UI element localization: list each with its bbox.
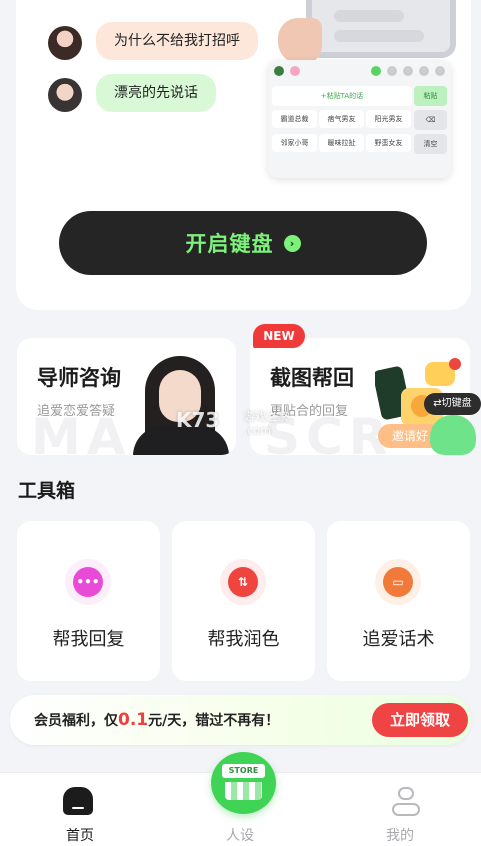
watermark-logo: K73: [176, 408, 220, 432]
keyboard-toolbar: [268, 60, 451, 82]
keyboard-persona-cell: 阳光男友: [366, 110, 411, 128]
mentor-consult-card[interactable]: MA 导师咨询 追爱恋爱答疑: [17, 338, 236, 455]
mentor-portrait: [129, 356, 233, 455]
tool-label: 追爱话术: [362, 629, 435, 650]
keyboard-preview: +粘贴TA的话 粘贴 ⌫ 清空 霸道总裁 痞气男友 阳光男友 邻家小哥 暖味拉扯…: [268, 60, 451, 178]
tab-home-label: 首页: [66, 828, 94, 844]
promo-price: 0.1: [118, 710, 149, 730]
emoji-icon: [371, 66, 381, 76]
switch-keyboard-label: ⇄切键盘: [424, 393, 481, 415]
store-awning: [225, 782, 262, 800]
start-keyboard-label: 开启键盘: [185, 232, 274, 256]
mentor-consult-subtitle: 追爱恋爱答疑: [37, 404, 116, 419]
keyboard-paste-hint: +粘贴TA的话: [272, 86, 412, 106]
tool-help-reply[interactable]: ••• 帮我回复: [17, 521, 160, 681]
keyboard-clear-button: 清空: [414, 134, 447, 154]
tab-home[interactable]: 首页: [0, 773, 160, 846]
chat-bubble-icon: •••: [65, 559, 111, 605]
backspace-icon: ⌫: [414, 110, 447, 130]
watermark-domain: .com: [244, 424, 271, 437]
keyboard-persona-cell: 痞气男友: [319, 110, 364, 128]
start-keyboard-button[interactable]: 开启键盘 ›: [59, 211, 427, 275]
face-icon: [403, 66, 413, 76]
mascot-icon: [430, 415, 476, 455]
phone-placeholder-line: [334, 30, 424, 42]
watermark-text: 游戏之家 .com: [244, 408, 288, 437]
keyboard-paste-button: 粘贴: [414, 86, 447, 106]
tool-label: 帮我润色: [207, 629, 280, 650]
tab-mine-label: 我的: [386, 828, 414, 844]
keyboard-persona-cell: 邻家小哥: [272, 134, 317, 152]
phone-placeholder-line: [334, 10, 404, 22]
switch-keyboard-button[interactable]: ⇄切键盘: [424, 393, 481, 459]
hi-icon: [387, 66, 397, 76]
polish-icon: ⇅: [220, 559, 266, 605]
keyboard-persona-cell: 霸道总裁: [272, 110, 317, 128]
globe-icon: [435, 66, 445, 76]
watermark-site-name: 游戏之家: [244, 410, 288, 423]
mascot-icon: [274, 66, 284, 76]
script-icon: ▭: [375, 559, 421, 605]
mentor-consult-title: 导师咨询: [37, 366, 121, 390]
profile-icon: [392, 787, 420, 817]
settings-icon: [419, 66, 429, 76]
promo-text: 会员福利，仅0.1元/天，错过不再有！: [34, 695, 279, 746]
tool-label: 帮我回复: [52, 629, 125, 650]
tab-mine[interactable]: 我的: [320, 773, 480, 846]
promo-prefix: 会员福利，仅: [34, 713, 118, 729]
phone-illustration: [306, 0, 456, 58]
home-icon: [63, 787, 93, 815]
heart-icon: [290, 66, 300, 76]
keyboard-persona-cell: 暖味拉扯: [319, 134, 364, 152]
vip-promo-banner[interactable]: 会员福利，仅0.1元/天，错过不再有！ 立即领取: [10, 695, 471, 745]
tab-persona-label: 人设: [226, 828, 254, 844]
hand-illustration: [278, 18, 322, 64]
toolbox-title: 工具箱: [18, 480, 76, 502]
keyboard-persona-cell: 野蛮女友: [366, 134, 411, 152]
chat-bubble-incoming: 为什么不给我打招呼: [96, 22, 258, 60]
tool-help-polish[interactable]: ⇅ 帮我润色: [172, 521, 315, 681]
claim-now-button[interactable]: 立即领取: [372, 703, 468, 737]
store-icon[interactable]: STORE: [211, 752, 276, 814]
male-avatar: [48, 78, 82, 112]
tool-chase-script[interactable]: ▭ 追爱话术: [327, 521, 470, 681]
female-avatar: [48, 26, 82, 60]
store-sign: STORE: [222, 764, 265, 778]
chat-bubble-outgoing: 漂亮的先说话: [96, 74, 216, 112]
promo-suffix: 元/天，错过不再有！: [148, 713, 280, 729]
screenshot-reply-title: 截图帮回: [270, 366, 354, 390]
new-badge: NEW: [253, 324, 305, 348]
arrow-right-icon: ›: [283, 234, 301, 252]
